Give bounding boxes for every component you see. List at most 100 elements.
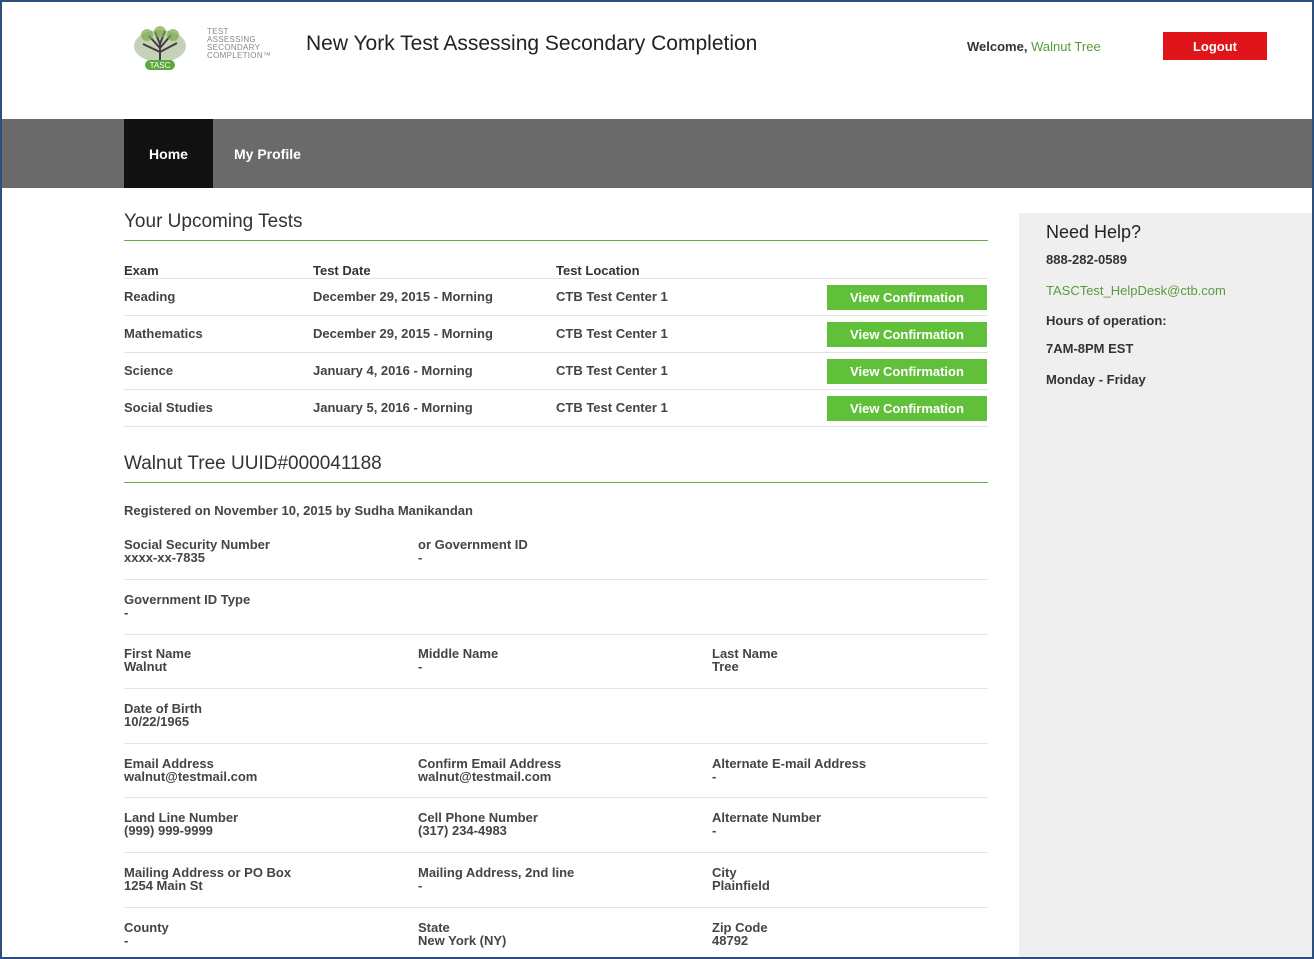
test-date: December 29, 2015 - Morning xyxy=(313,289,493,304)
col-exam-header: Exam xyxy=(124,263,159,278)
ssn-value: xxxx-xx-7835 xyxy=(124,550,205,565)
ssn-field: Social Security Number xxxx-xx-7835 xyxy=(124,538,270,564)
govid-field: or Government ID - xyxy=(418,538,528,564)
upcoming-tests-title: Your Upcoming Tests xyxy=(124,211,988,241)
cell-phone-field: Cell Phone Number (317) 234-4983 xyxy=(418,811,538,837)
phone-row: Land Line Number (999) 999-9999 Cell Pho… xyxy=(124,811,988,853)
logo-wordmark: TEST ASSESSING SECONDARY COMPLETION™ xyxy=(207,27,272,60)
test-row: Mathematics December 29, 2015 - Morning … xyxy=(124,315,988,352)
mailing-row: Mailing Address or PO Box 1254 Main St M… xyxy=(124,866,988,908)
test-date: January 5, 2016 - Morning xyxy=(313,400,473,415)
landline-value: (999) 999-9999 xyxy=(124,823,213,838)
test-location: CTB Test Center 1 xyxy=(556,289,668,304)
logout-button[interactable]: Logout xyxy=(1163,32,1267,60)
email-row: Email Address walnut@testmail.com Confir… xyxy=(124,757,988,798)
middle-name-field: Middle Name - xyxy=(418,647,498,673)
alt-number-field: Alternate Number - xyxy=(712,811,821,837)
confirm-email-field: Confirm Email Address walnut@testmail.co… xyxy=(418,757,561,783)
mailing-address2-field: Mailing Address, 2nd line - xyxy=(418,866,574,892)
cell-phone-value: (317) 234-4983 xyxy=(418,823,507,838)
nav-home[interactable]: Home xyxy=(124,119,213,188)
help-hours: 7AM-8PM EST xyxy=(1046,341,1134,356)
govid-label: or Government ID xyxy=(418,537,528,552)
first-name-field: First Name Walnut xyxy=(124,647,191,673)
state-field: State New York (NY) xyxy=(418,921,506,947)
user-name-link[interactable]: Walnut Tree xyxy=(1031,39,1101,54)
view-confirmation-button[interactable]: View Confirmation xyxy=(827,396,987,421)
mailing-address-field: Mailing Address or PO Box 1254 Main St xyxy=(124,866,291,892)
state-value: New York (NY) xyxy=(418,933,507,948)
view-confirmation-button[interactable]: View Confirmation xyxy=(827,359,987,384)
middle-name-label: Middle Name xyxy=(418,646,499,661)
alt-email-label: Alternate E-mail Address xyxy=(712,756,867,771)
mailing-address-value: 1254 Main St xyxy=(124,878,203,893)
welcome-message: Welcome, Walnut Tree xyxy=(967,39,1101,54)
name-row: First Name Walnut Middle Name - Last Nam… xyxy=(124,647,988,689)
county-field: County - xyxy=(124,921,169,947)
alt-number-label: Alternate Number xyxy=(712,810,822,825)
table-divider xyxy=(124,426,988,427)
col-date-header: Test Date xyxy=(313,263,371,278)
govtype-field: Government ID Type - xyxy=(124,593,250,619)
test-date: December 29, 2015 - Morning xyxy=(313,326,493,341)
site-title: New York Test Assessing Secondary Comple… xyxy=(306,32,758,55)
test-location: CTB Test Center 1 xyxy=(556,400,668,415)
dob-field: Date of Birth 10/22/1965 xyxy=(124,702,202,728)
middle-name-value: - xyxy=(418,659,423,674)
email-field: Email Address walnut@testmail.com xyxy=(124,757,257,783)
mailing-address2-value: - xyxy=(418,878,423,893)
last-name-field: Last Name Tree xyxy=(712,647,778,673)
tests-table-header: Exam Test Date Test Location xyxy=(124,263,988,278)
test-date: January 4, 2016 - Morning xyxy=(313,363,473,378)
test-exam: Reading xyxy=(124,289,176,304)
view-confirmation-button[interactable]: View Confirmation xyxy=(827,322,987,347)
logo-badge-text: TASC xyxy=(150,61,171,70)
registration-info: Registered on November 10, 2015 by Sudha… xyxy=(124,503,473,518)
help-title: Need Help? xyxy=(1046,222,1142,242)
tree-logo-icon: TASC xyxy=(134,26,186,70)
page-frame: TASC TEST ASSESSING SECONDARY COMPLETION… xyxy=(0,0,1314,959)
welcome-prefix: Welcome, xyxy=(967,39,1028,54)
test-row: Social Studies January 5, 2016 - Morning… xyxy=(124,389,988,426)
alt-number-value: - xyxy=(712,823,717,838)
govtype-label: Government ID Type xyxy=(124,592,251,607)
test-row: Science January 4, 2016 - Morning CTB Te… xyxy=(124,352,988,389)
col-location-header: Test Location xyxy=(556,263,640,278)
site-header: TASC TEST ASSESSING SECONDARY COMPLETION… xyxy=(2,2,1312,119)
region-row: County - State New York (NY) Zip Code 48… xyxy=(124,921,988,957)
city-field: City Plainfield xyxy=(712,866,770,892)
county-value: - xyxy=(124,933,129,948)
zip-field: Zip Code 48792 xyxy=(712,921,768,947)
test-location: CTB Test Center 1 xyxy=(556,363,668,378)
ssn-row: Social Security Number xxxx-xx-7835 or G… xyxy=(124,538,988,580)
main-nav: Home My Profile xyxy=(2,119,1312,188)
view-confirmation-button[interactable]: View Confirmation xyxy=(827,285,987,310)
help-sidebar: Need Help? 888-282-0589 TASCTest_HelpDes… xyxy=(1019,213,1312,957)
landline-field: Land Line Number (999) 999-9999 xyxy=(124,811,238,837)
help-phone: 888-282-0589 xyxy=(1046,252,1127,267)
alt-email-field: Alternate E-mail Address - xyxy=(712,757,866,783)
govid-value: - xyxy=(418,550,423,565)
tasc-logo[interactable]: TASC TEST ASSESSING SECONDARY COMPLETION… xyxy=(131,26,291,72)
test-exam: Social Studies xyxy=(124,400,213,415)
help-days: Monday - Friday xyxy=(1046,372,1146,387)
govtype-value: - xyxy=(124,605,129,620)
dob-value: 10/22/1965 xyxy=(124,714,190,729)
profile-title: Walnut Tree UUID#000041188 xyxy=(124,453,988,483)
email-value: walnut@testmail.com xyxy=(124,769,258,784)
nav-my-profile[interactable]: My Profile xyxy=(234,119,301,188)
test-exam: Mathematics xyxy=(124,326,203,341)
zip-value: 48792 xyxy=(712,933,749,948)
test-row: Reading December 29, 2015 - Morning CTB … xyxy=(124,278,988,315)
first-name-value: Walnut xyxy=(124,659,167,674)
alt-email-value: - xyxy=(712,769,717,784)
county-label: County xyxy=(124,920,169,935)
city-value: Plainfield xyxy=(712,878,770,893)
test-location: CTB Test Center 1 xyxy=(556,326,668,341)
help-email-link[interactable]: TASCTest_HelpDesk@ctb.com xyxy=(1046,283,1226,298)
test-exam: Science xyxy=(124,363,174,378)
help-hours-label: Hours of operation: xyxy=(1046,313,1167,328)
mailing-address2-label: Mailing Address, 2nd line xyxy=(418,865,575,880)
govtype-row: Government ID Type - xyxy=(124,593,988,635)
dob-row: Date of Birth 10/22/1965 xyxy=(124,702,988,744)
